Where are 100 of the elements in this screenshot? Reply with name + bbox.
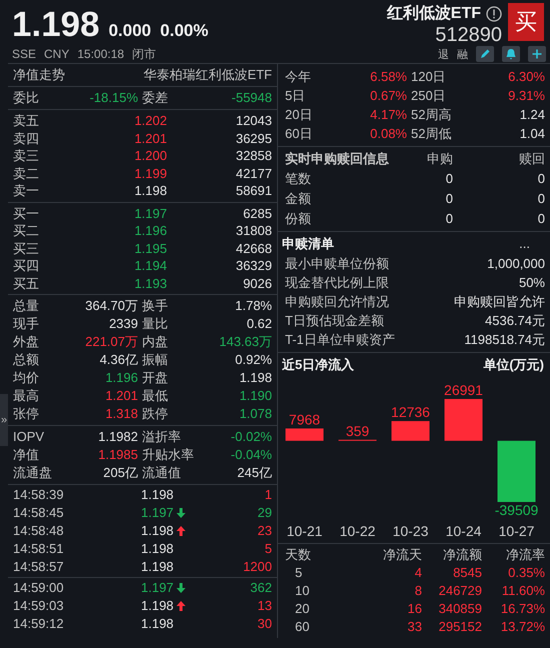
- stat-label: 内盘: [142, 333, 169, 351]
- tick-time: 14:59:12: [13, 615, 65, 633]
- tick-volume: 362: [250, 579, 272, 597]
- subscribe-value: 0: [444, 190, 453, 208]
- return-value: 0.08%: [369, 125, 408, 143]
- row-label: 金额: [285, 190, 312, 208]
- tick-price: 1.198: [141, 597, 174, 615]
- stat-label: 委比: [13, 89, 40, 107]
- quote-time: 15:00:18: [77, 47, 124, 61]
- bell-icon[interactable]: [502, 46, 520, 62]
- section-title: 实时申购赎回信息: [285, 150, 390, 168]
- axis-label: 10-23: [392, 523, 428, 539]
- row-label: 份额: [285, 210, 312, 228]
- last-price: 1.198: [12, 5, 100, 45]
- return-label: 52周高: [411, 106, 452, 124]
- bid-level-label: 买五: [13, 274, 40, 292]
- ask-price: 1.199: [133, 164, 167, 182]
- data-label: 359: [346, 422, 370, 439]
- stat-value: 1.078: [238, 405, 272, 423]
- table-cell-text: 246729: [438, 582, 482, 600]
- stat-value: -55948: [230, 89, 272, 107]
- stat-value: 2339: [108, 315, 139, 333]
- column-header: 天数: [285, 546, 312, 564]
- ask-price: 1.200: [133, 147, 167, 164]
- market-status: 闭市: [132, 46, 156, 62]
- stat-label: 委差: [142, 89, 169, 107]
- stat-value: 1.198: [238, 369, 272, 387]
- table-cell-text: 10: [294, 582, 310, 600]
- section-title: 申赎清单: [282, 235, 334, 253]
- bid-level-label: 买二: [13, 222, 40, 240]
- table-cell-text: 8545: [452, 564, 482, 582]
- redeem-value: 0: [536, 170, 545, 188]
- chart-title: 近5日净流入: [282, 356, 354, 374]
- tick-price: 1.198: [141, 615, 174, 633]
- table-cell-text: 0.35%: [507, 564, 545, 582]
- return-value: 1.04: [518, 125, 545, 143]
- tick-price: 1.198: [141, 540, 174, 558]
- stat-value: -18.15%: [88, 89, 139, 107]
- table-cell-text: 4: [414, 564, 422, 582]
- redeem-value: 0: [536, 210, 545, 228]
- tick-volume: 1: [264, 486, 272, 504]
- info-icon[interactable]: [486, 6, 502, 22]
- stat-value: 364.70万: [84, 297, 139, 315]
- stat-value: 1.201: [104, 387, 139, 405]
- tick-time: 14:58:57: [13, 558, 65, 576]
- axis-label: 10-21: [286, 523, 322, 539]
- chart-bar: [498, 440, 536, 502]
- bid-level-label: 买四: [13, 257, 40, 274]
- ask-level-label: 卖五: [13, 112, 40, 130]
- panel-title[interactable]: 净值走势: [13, 67, 65, 83]
- table-cell-text: 13.72%: [500, 618, 545, 636]
- tick-volume: 5: [264, 540, 272, 558]
- row-label: 申购赎回允许情况: [285, 293, 389, 311]
- stat-label: 换手: [142, 297, 169, 315]
- stat-value: 1.318: [104, 405, 139, 423]
- ask-volume: 12043: [234, 112, 272, 130]
- chart-bar: [444, 399, 482, 441]
- return-label: 20日: [285, 106, 314, 124]
- tick-time: 14:58:45: [13, 504, 65, 522]
- row-label: T日预估现金差额: [285, 312, 384, 330]
- stat-label: 跌停: [142, 405, 169, 423]
- more-button[interactable]: ...: [519, 234, 544, 254]
- stat-label: 现手: [13, 315, 40, 333]
- data-label: -39509: [494, 502, 538, 518]
- expand-handle[interactable]: »: [0, 394, 8, 446]
- bid-volume: 31808: [234, 222, 272, 240]
- security-code: 512890: [435, 24, 502, 46]
- data-label: 26991: [444, 382, 483, 398]
- row-label: 笔数: [285, 170, 312, 188]
- tick-volume: 13: [258, 597, 272, 615]
- subscribe-value: 0: [444, 210, 453, 228]
- tick-volume: 1200: [243, 558, 272, 576]
- return-value: 6.30%: [507, 68, 545, 86]
- ask-level-label: 卖四: [13, 130, 40, 147]
- stat-value: 143.63万: [218, 333, 272, 351]
- bid-volume: 42668: [234, 240, 272, 257]
- stat-value: 0.62: [246, 315, 272, 333]
- stat-label: 量比: [142, 315, 169, 333]
- stat-value: 1.190: [238, 387, 272, 405]
- stat-value: 1.78%: [234, 297, 272, 315]
- edit-icon[interactable]: [476, 46, 494, 62]
- column-header: 净流天: [382, 546, 422, 564]
- stat-label: 最高: [13, 387, 40, 405]
- stat-label: 总量: [13, 297, 40, 315]
- stat-value: -0.04%: [230, 446, 272, 464]
- return-value: 0.67%: [369, 87, 408, 105]
- stat-label: 张停: [13, 405, 40, 423]
- return-label: 120日: [411, 68, 447, 86]
- return-label: 60日: [285, 125, 314, 143]
- redeem-value: 0: [536, 190, 545, 208]
- buy-button[interactable]: 买: [508, 3, 544, 41]
- row-value: 1,000,000: [487, 255, 545, 273]
- stat-label: 外盘: [13, 333, 40, 351]
- tick-time: 14:58:51: [13, 540, 65, 558]
- security-name: 红利低波ETF: [386, 4, 481, 24]
- add-icon[interactable]: [528, 46, 546, 62]
- row-value: 50%: [518, 274, 545, 292]
- ask-price: 1.202: [133, 112, 167, 130]
- tick-price: 1.198: [141, 522, 174, 540]
- tick-time: 14:59:03: [13, 597, 65, 615]
